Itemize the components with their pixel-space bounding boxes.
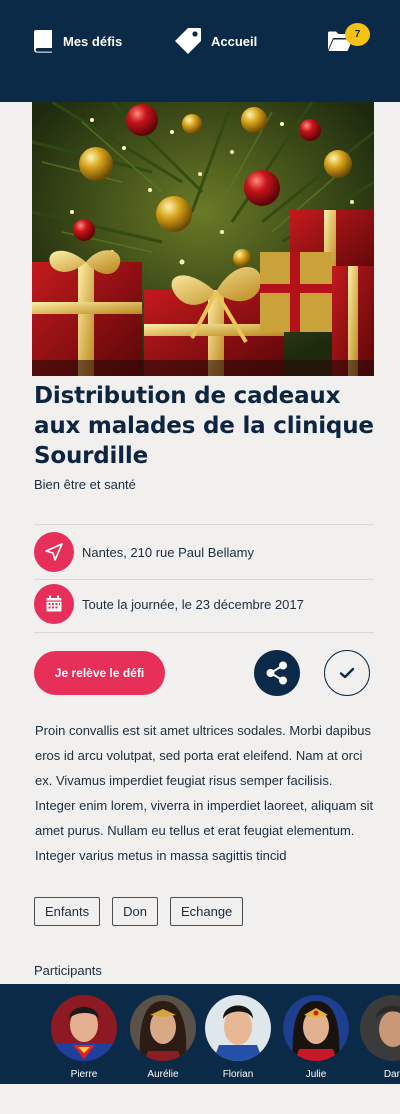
share-button[interactable] xyxy=(254,650,300,696)
share-icon xyxy=(266,661,287,685)
challenge-description: Proin convallis est sit amet ultrices so… xyxy=(35,723,374,863)
participant-julie[interactable]: Julie xyxy=(283,995,349,1080)
nav-mes-defis[interactable]: Mes défis xyxy=(33,27,122,55)
participants-carousel[interactable]: Pierre Aurélie Florian Julie Dan xyxy=(0,984,400,1084)
check-icon xyxy=(339,667,355,679)
avatar xyxy=(130,995,196,1061)
participant-florian[interactable]: Florian xyxy=(205,995,271,1080)
participant-name: Aurélie xyxy=(147,1069,179,1080)
participant-name: Florian xyxy=(222,1069,254,1080)
participants-heading: Participants xyxy=(34,963,102,978)
validate-button[interactable] xyxy=(324,650,370,696)
participant-name: Pierre xyxy=(70,1069,98,1080)
participant-name: Julie xyxy=(305,1069,327,1080)
tag-icon xyxy=(175,28,201,54)
nav-accueil-label: Accueil xyxy=(211,33,258,49)
tag-enfants[interactable]: Enfants xyxy=(34,897,101,926)
notification-badge[interactable]: 7 xyxy=(345,23,370,46)
tag-echange[interactable]: Echange xyxy=(169,897,244,926)
participant-dan[interactable]: Dan xyxy=(360,995,400,1080)
divider xyxy=(34,632,374,633)
location-text: Nantes, 210 rue Paul Bellamy xyxy=(82,544,254,560)
divider xyxy=(34,579,374,580)
avatar xyxy=(360,995,400,1061)
avatar xyxy=(51,995,117,1061)
book-icon xyxy=(34,30,52,53)
location-row[interactable]: Nantes, 210 rue Paul Bellamy xyxy=(34,532,374,572)
top-navigation-bar: Mes défis Accueil 7 xyxy=(0,0,400,102)
date-row: Toute la journée, le 23 décembre 2017 xyxy=(34,584,374,624)
accept-challenge-button[interactable]: Je relève le défi xyxy=(34,651,165,695)
date-text: Toute la journée, le 23 décembre 2017 xyxy=(82,596,304,612)
tag-list: Enfants Don Echange xyxy=(34,897,255,926)
challenge-title: Distribution de cadeaux aux malades de l… xyxy=(34,383,374,469)
participant-name: Dan xyxy=(383,1069,400,1080)
participant-pierre[interactable]: Pierre xyxy=(51,995,117,1080)
challenge-category: Bien être et santé xyxy=(34,477,136,492)
divider xyxy=(34,524,374,525)
navigation-arrow-icon xyxy=(34,532,74,572)
avatar xyxy=(205,995,271,1061)
calendar-icon xyxy=(34,584,74,624)
tag-don[interactable]: Don xyxy=(112,897,158,926)
avatar xyxy=(283,995,349,1061)
hero-image xyxy=(32,102,374,376)
nav-mes-defis-label: Mes défis xyxy=(63,33,123,49)
participant-aurelie[interactable]: Aurélie xyxy=(130,995,196,1080)
nav-accueil[interactable]: Accueil xyxy=(174,27,257,55)
